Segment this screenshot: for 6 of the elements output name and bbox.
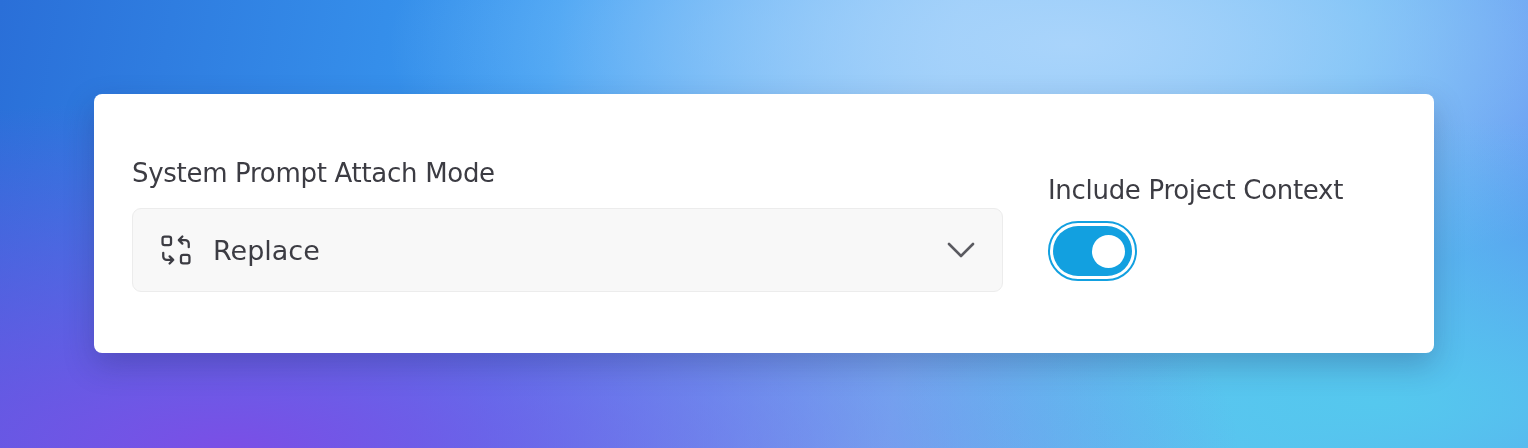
chevron-down-icon — [946, 241, 976, 259]
attach-mode-label: System Prompt Attach Mode — [132, 158, 496, 188]
attach-mode-select[interactable]: Replace — [132, 208, 1003, 292]
swap-icon — [159, 233, 193, 267]
project-context-label: Include Project Context — [1048, 175, 1344, 205]
project-context-toggle[interactable] — [1048, 221, 1137, 281]
